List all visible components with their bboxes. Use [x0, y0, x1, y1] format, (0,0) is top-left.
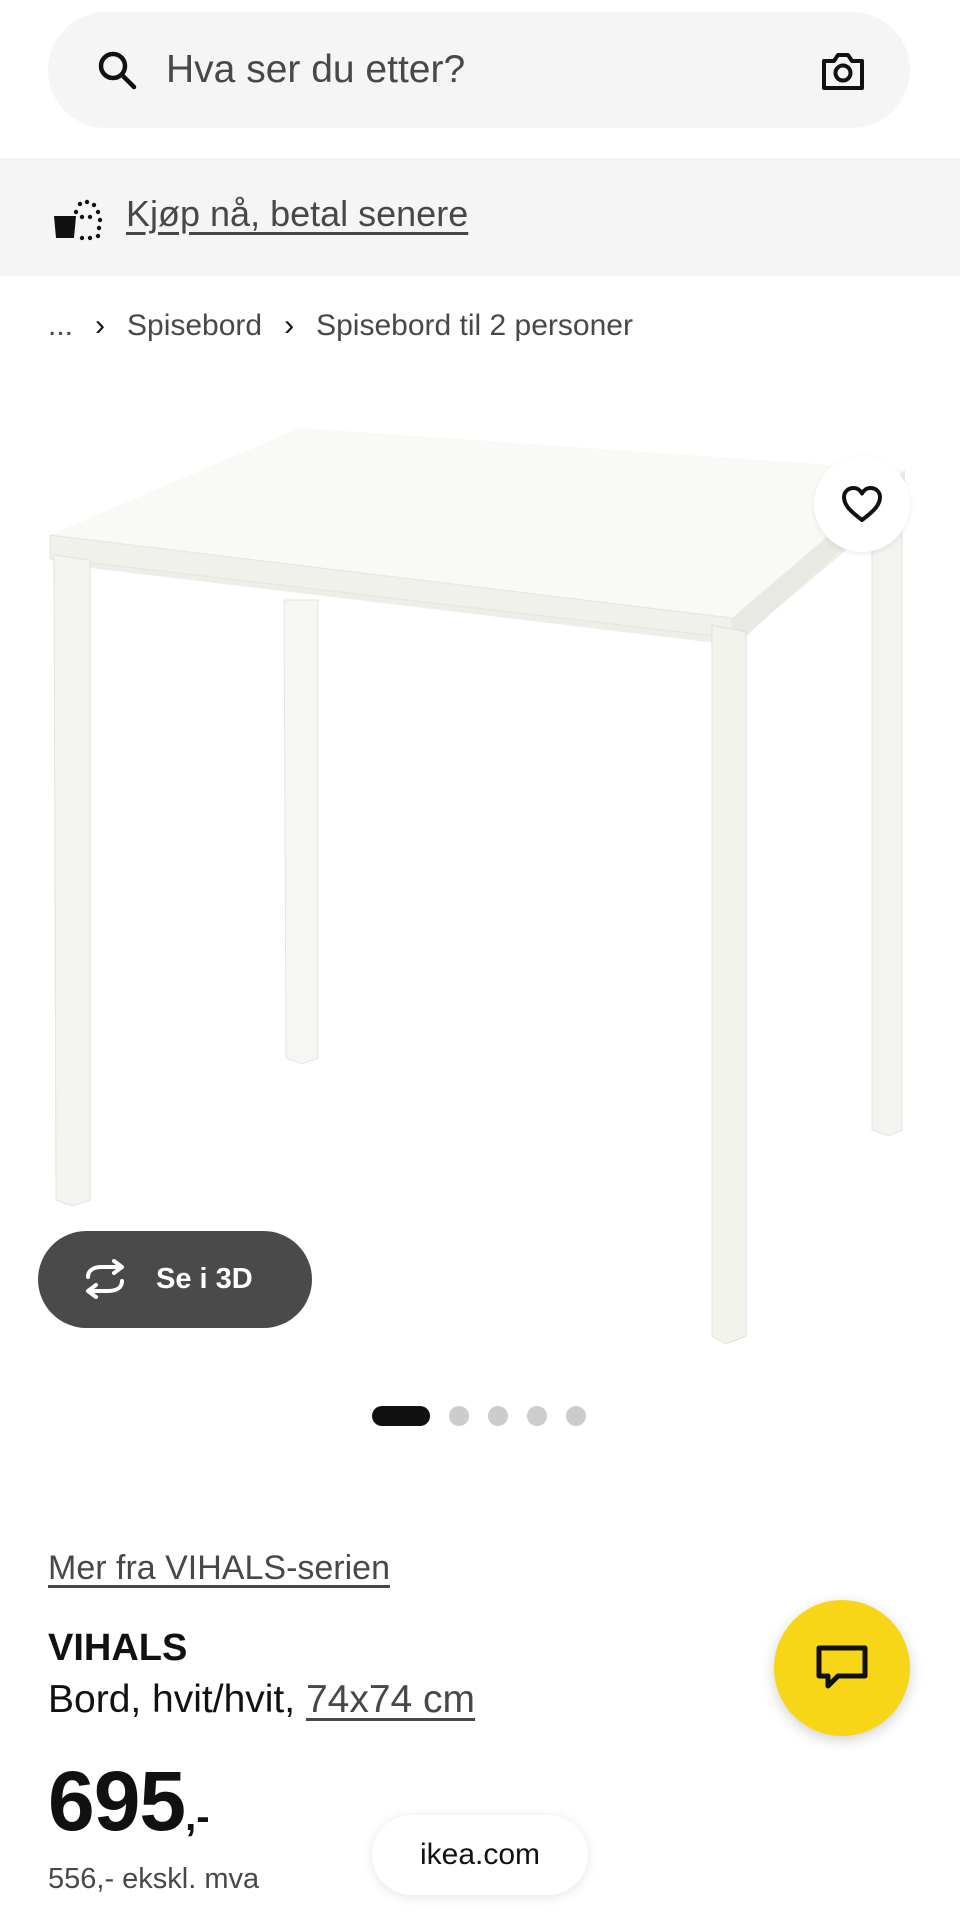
carousel-dot[interactable] [488, 1406, 508, 1426]
view-3d-button[interactable]: Se i 3D [38, 1231, 312, 1328]
price-ex-vat: 556,- ekskl. mva [48, 1863, 260, 1895]
breadcrumb-item-spisebord-2-personer[interactable]: Spisebord til 2 personer [316, 309, 633, 343]
search-icon [98, 51, 137, 90]
chat-button[interactable] [774, 1600, 910, 1736]
heart-icon [842, 486, 882, 522]
carousel-dot[interactable] [449, 1406, 469, 1426]
product-image[interactable] [0, 400, 960, 1360]
pay-later-link[interactable]: Kjøp nå, betal senere [126, 192, 468, 236]
size-link[interactable]: 74x74 cm [306, 1678, 475, 1721]
rotate-icon [86, 1259, 124, 1299]
carousel-indicator [372, 1405, 605, 1427]
breadcrumb-ellipsis[interactable]: ... [48, 309, 73, 343]
carousel-dot[interactable] [527, 1406, 547, 1426]
product-description-text: Bord, hvit/hvit, [48, 1678, 306, 1721]
product-name: VIHALS [48, 1627, 188, 1669]
favorite-button[interactable] [814, 456, 910, 552]
promo-banner: Kjøp nå, betal senere [0, 158, 960, 276]
search-bar[interactable]: Hva ser du etter? [48, 12, 910, 128]
product-description: Bord, hvit/hvit, 74x74 cm [48, 1676, 475, 1724]
chevron-right-icon: › [95, 309, 106, 342]
price-amount: 695 [48, 1754, 186, 1848]
breadcrumb: ... › Spisebord › Spisebord til 2 person… [48, 306, 633, 346]
chevron-right-icon: › [284, 309, 295, 342]
chat-icon [816, 1645, 868, 1689]
price: 695,- [48, 1756, 210, 1871]
camera-icon[interactable] [820, 50, 866, 92]
price-suffix: ,- [185, 1795, 210, 1839]
view-3d-label: Se i 3D [156, 1263, 253, 1295]
shopping-bag-icon [54, 199, 103, 241]
search-placeholder[interactable]: Hva ser du etter? [166, 46, 465, 94]
series-link[interactable]: Mer fra VIHALS-serien [48, 1546, 390, 1590]
carousel-dot-active[interactable] [372, 1406, 430, 1426]
carousel-dot[interactable] [566, 1406, 586, 1426]
breadcrumb-item-spisebord[interactable]: Spisebord [127, 309, 262, 343]
browser-domain-pill[interactable]: ikea.com [372, 1815, 588, 1895]
